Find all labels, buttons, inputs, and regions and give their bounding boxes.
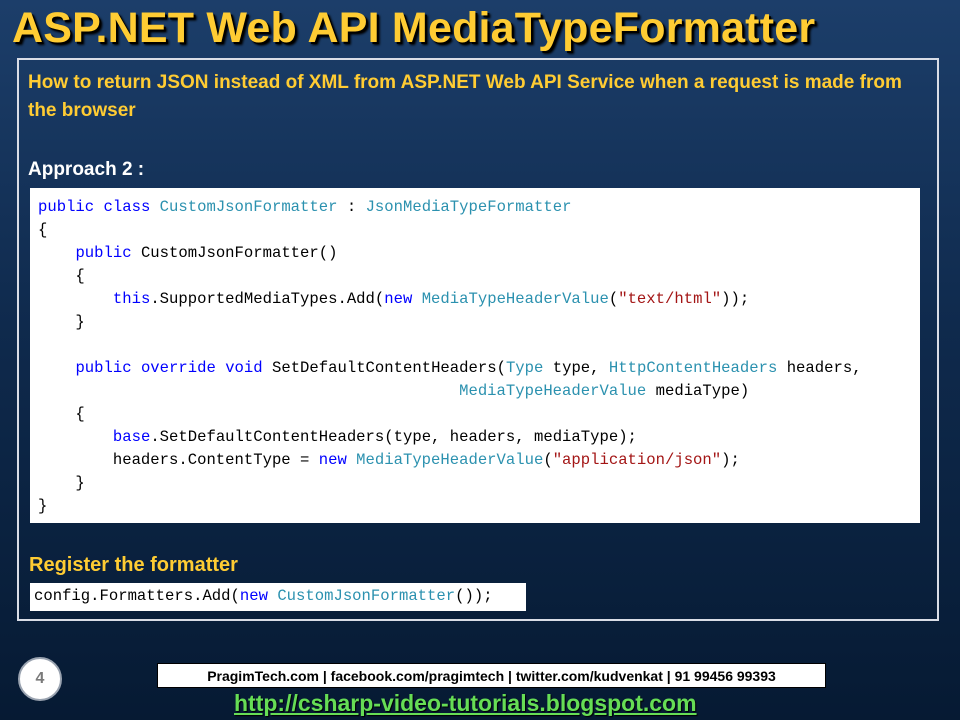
code-listing: public class CustomJsonFormatter : JsonM… — [38, 198, 862, 515]
keyword: new — [239, 587, 268, 605]
page-number: 4 — [18, 657, 62, 701]
keyword: override — [140, 359, 216, 377]
identifier: CustomJsonFormatter — [140, 244, 319, 262]
string-literal: "application/json" — [552, 451, 722, 469]
keyword: base — [112, 428, 151, 446]
intro-text: How to return JSON instead of XML from A… — [28, 72, 902, 121]
type-name: MediaTypeHeaderValue — [459, 382, 647, 400]
blog-link[interactable]: http://csharp-video-tutorials.blogspot.c… — [234, 690, 697, 717]
type-name: CustomJsonFormatter — [277, 587, 456, 605]
keyword: void — [225, 359, 263, 377]
code-block: public class CustomJsonFormatter : JsonM… — [30, 188, 920, 523]
keyword: class — [103, 198, 151, 216]
slide-title: ASP.NET Web API MediaTypeFormatter — [12, 4, 816, 52]
type-name: MediaTypeHeaderValue — [356, 451, 544, 469]
register-heading: Register the formatter — [29, 554, 238, 576]
code-text: config.Formatters.Add( — [34, 587, 240, 605]
type-name: MediaTypeHeaderValue — [421, 290, 609, 308]
type-name: Type — [505, 359, 544, 377]
type-name: CustomJsonFormatter — [159, 198, 338, 216]
keyword: new — [318, 451, 347, 469]
register-code: config.Formatters.Add(new CustomJsonForm… — [30, 583, 526, 611]
footer-contacts: PragimTech.com | facebook.com/pragimtech… — [157, 663, 826, 688]
keyword: public — [38, 198, 95, 216]
keyword: public — [75, 244, 132, 262]
keyword: this — [112, 290, 151, 308]
keyword: public — [75, 359, 132, 377]
string-literal: "text/html" — [618, 290, 722, 308]
type-name: HttpContentHeaders — [608, 359, 778, 377]
type-name: JsonMediaTypeFormatter — [365, 198, 572, 216]
keyword: new — [384, 290, 413, 308]
approach-heading: Approach 2 : — [28, 159, 145, 180]
code-text: ()); — [455, 587, 493, 605]
